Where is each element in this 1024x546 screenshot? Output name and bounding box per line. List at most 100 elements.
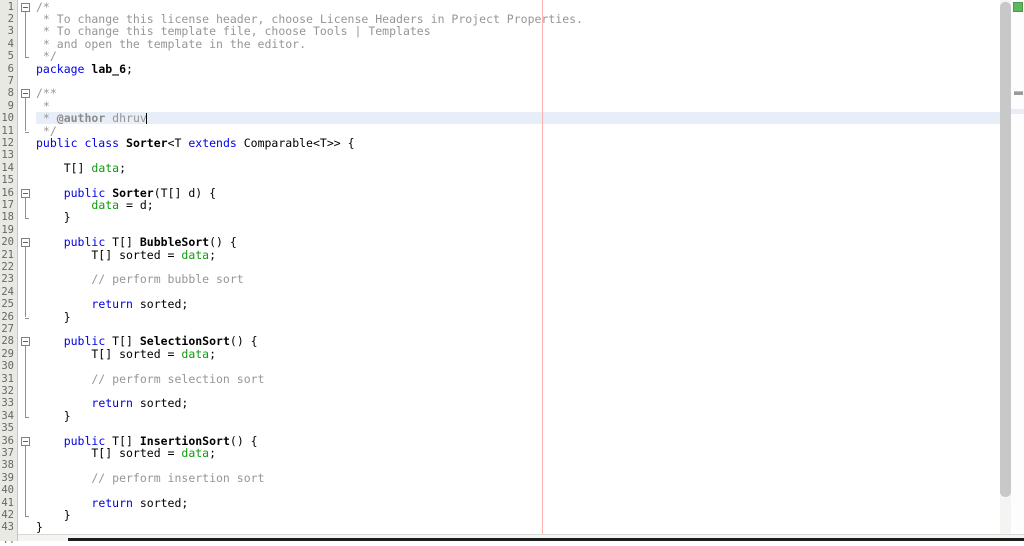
- code-line[interactable]: // perform insertion sort: [36, 472, 1024, 484]
- code-token: }: [36, 520, 43, 534]
- code-line[interactable]: // perform bubble sort: [36, 273, 1024, 285]
- code-token: return: [91, 496, 133, 510]
- code-line[interactable]: * @author dhruv: [36, 112, 1024, 124]
- line-number: 23: [0, 273, 14, 285]
- code-token: <T: [168, 136, 189, 150]
- fold-range-end: [25, 132, 29, 133]
- line-number: 22: [0, 261, 14, 273]
- fold-collapse-icon[interactable]: [21, 437, 30, 446]
- line-number: 7: [0, 75, 14, 87]
- fold-range-end: [25, 57, 29, 58]
- line-number: 25: [0, 298, 14, 310]
- code-token: () {: [230, 334, 258, 348]
- code-token: ;: [119, 161, 126, 175]
- line-number: 15: [0, 174, 14, 186]
- code-line[interactable]: package lab_6;: [36, 63, 1024, 75]
- fold-collapse-icon[interactable]: [21, 238, 30, 247]
- code-line[interactable]: // perform selection sort: [36, 373, 1024, 385]
- code-line[interactable]: return sorted;: [36, 298, 1024, 310]
- fold-collapse-icon[interactable]: [21, 189, 30, 198]
- line-number: 40: [0, 484, 14, 496]
- line-number: 20: [0, 236, 14, 248]
- horizontal-scrollbar-track[interactable]: [0, 534, 1024, 541]
- line-number: 41: [0, 497, 14, 509]
- code-token: ;: [209, 347, 216, 361]
- code-token: T[] sorted =: [36, 248, 181, 262]
- code-token: return: [91, 396, 133, 410]
- vertical-scrollbar-thumb[interactable]: [1000, 2, 1011, 497]
- line-number: 9: [0, 100, 14, 112]
- code-token: }: [36, 210, 71, 224]
- line-number: 28: [0, 335, 14, 347]
- code-line[interactable]: return sorted;: [36, 397, 1024, 409]
- code-token: data: [181, 248, 209, 262]
- error-stripe[interactable]: [1011, 0, 1024, 534]
- line-number: 18: [0, 211, 14, 223]
- code-token: Comparable<T>> {: [237, 136, 355, 150]
- fold-range-line: [25, 346, 26, 416]
- code-line[interactable]: * and open the template in the editor.: [36, 38, 1024, 50]
- code-token: lab_6: [91, 62, 126, 76]
- code-line[interactable]: data = d;: [36, 199, 1024, 211]
- code-token: sorted;: [133, 396, 188, 410]
- code-line[interactable]: *: [36, 100, 1024, 112]
- fold-range-line: [25, 446, 26, 516]
- gutter-footer: [0, 534, 18, 541]
- code-token: () {: [230, 434, 258, 448]
- code-token: T[]: [36, 161, 91, 175]
- code-token: ;: [209, 248, 216, 262]
- fold-collapse-icon[interactable]: [21, 3, 30, 12]
- code-line[interactable]: }: [36, 211, 1024, 223]
- code-token: dhruv: [105, 111, 147, 125]
- code-line[interactable]: }: [36, 521, 1024, 533]
- code-editor[interactable]: 1234567891011121314151617181920212223242…: [0, 0, 1024, 541]
- code-line[interactable]: */: [36, 50, 1024, 62]
- line-number: 32: [0, 385, 14, 397]
- code-line[interactable]: }: [36, 410, 1024, 422]
- code-fold-column[interactable]: [19, 0, 36, 534]
- text-caret: [146, 113, 147, 124]
- code-token: data: [181, 347, 209, 361]
- code-token: data: [91, 198, 119, 212]
- code-token: return: [91, 297, 133, 311]
- code-token: (T[] d) {: [154, 186, 216, 200]
- line-number: 10: [0, 112, 14, 124]
- line-number: 37: [0, 447, 14, 459]
- fold-range-line: [25, 98, 26, 131]
- code-line[interactable]: }: [36, 311, 1024, 323]
- code-line[interactable]: public Sorter(T[] d) {: [36, 187, 1024, 199]
- code-token: data: [181, 446, 209, 460]
- code-line[interactable]: T[] sorted = data;: [36, 447, 1024, 459]
- code-line[interactable]: }: [36, 509, 1024, 521]
- code-line[interactable]: T[] sorted = data;: [36, 249, 1024, 261]
- fold-range-end: [25, 318, 29, 319]
- fold-range-end: [25, 516, 29, 517]
- line-number: 8: [0, 87, 14, 99]
- fold-range-end: [25, 218, 29, 219]
- code-text-area[interactable]: /* * To change this license header, choo…: [36, 0, 1024, 534]
- line-number: 38: [0, 459, 14, 471]
- code-line[interactable]: return sorted;: [36, 497, 1024, 509]
- code-token: data: [91, 161, 119, 175]
- line-number: 33: [0, 397, 14, 409]
- code-token: ;: [209, 446, 216, 460]
- fold-collapse-icon[interactable]: [21, 89, 30, 98]
- code-line[interactable]: T[] sorted = data;: [36, 348, 1024, 360]
- code-token: Sorter: [126, 136, 168, 150]
- code-line[interactable]: public class Sorter<T extends Comparable…: [36, 137, 1024, 149]
- code-line[interactable]: [36, 149, 1024, 161]
- line-number: 16: [0, 187, 14, 199]
- line-number: 17: [0, 199, 14, 211]
- fold-collapse-icon[interactable]: [21, 337, 30, 346]
- line-number: 43: [0, 521, 14, 533]
- code-line[interactable]: /**: [36, 87, 1024, 99]
- code-token: sorted;: [133, 496, 188, 510]
- code-line[interactable]: T[] data;: [36, 162, 1024, 174]
- code-line[interactable]: [36, 75, 1024, 87]
- code-token: extends: [188, 136, 236, 150]
- line-number: 42: [0, 509, 14, 521]
- error-status-indicator-icon[interactable]: [1013, 2, 1023, 12]
- error-stripe-mark[interactable]: [1014, 91, 1023, 95]
- line-number: 35: [0, 422, 14, 434]
- code-token: T[] sorted =: [36, 446, 181, 460]
